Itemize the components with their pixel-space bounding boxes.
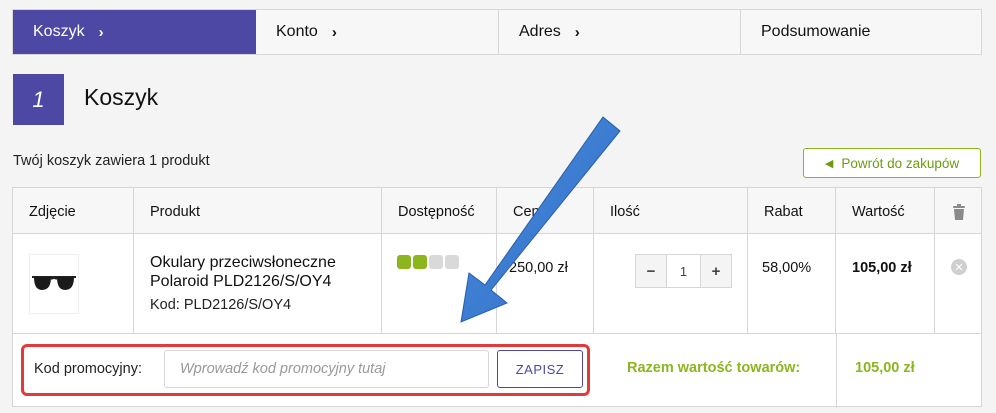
unit-price: 250,00 zł (509, 260, 568, 276)
goods-total-label: Razem wartość towarów: (627, 360, 801, 376)
step-label: Koszyk (33, 23, 85, 40)
page-title: Koszyk (84, 84, 159, 110)
product-image[interactable] (29, 254, 79, 314)
cart-table: Zdjęcie Produkt Dostępność Cena Ilość Ra… (12, 187, 982, 408)
sunglasses-icon (32, 276, 76, 290)
discount-value: 58,00% (762, 260, 812, 276)
promo-code-input[interactable] (164, 350, 489, 388)
availability-indicator (397, 255, 459, 269)
step-number-badge: 1 (13, 74, 64, 125)
table-header: Zdjęcie Produkt Dostępność Cena Ilość Ra… (13, 188, 981, 234)
close-icon: ✕ (954, 261, 964, 274)
chevron-right-icon: › (574, 23, 580, 41)
chevron-right-icon: › (98, 23, 104, 41)
save-promo-button[interactable]: ZAPISZ (497, 350, 583, 388)
arrow-left-icon: ◀ (824, 157, 834, 170)
header-price: Cena (497, 188, 594, 233)
header-trash (935, 188, 983, 233)
back-to-shopping-button[interactable]: ◀ Powrót do zakupów (803, 148, 981, 178)
header-quantity: Ilość (594, 188, 748, 233)
cart-count-text: Twój koszyk zawiera 1 produkt (13, 153, 210, 169)
back-button-label: Powrót do zakupów (841, 155, 960, 171)
product-code: Kod: PLD2126/S/OY4 (150, 297, 292, 313)
step-summary[interactable]: Podsumowanie (741, 10, 981, 54)
quantity-input[interactable]: 1 (666, 255, 701, 287)
trash-icon (953, 204, 965, 220)
header-total: Wartość (836, 188, 935, 233)
header-availability: Dostępność (382, 188, 497, 233)
header-discount: Rabat (748, 188, 836, 233)
header-product: Produkt (134, 188, 382, 233)
promo-code-label: Kod promocyjny: (34, 361, 142, 377)
chevron-right-icon: › (331, 23, 337, 41)
product-name-link[interactable]: Okulary przeciwsłoneczne Polaroid PLD212… (150, 253, 375, 291)
availability-square (429, 255, 443, 269)
promo-row: Kod promocyjny: ZAPISZ Razem wartość tow… (13, 334, 981, 408)
step-account[interactable]: Konto › (256, 10, 499, 54)
quantity-stepper: − 1 + (635, 254, 732, 288)
line-total: 105,00 zł (852, 260, 912, 276)
goods-total-value: 105,00 zł (855, 360, 915, 376)
availability-square (413, 255, 427, 269)
availability-square (445, 255, 459, 269)
header-photo: Zdjęcie (13, 188, 134, 233)
checkout-steps: Koszyk › Konto › Adres › Podsumowanie (12, 9, 982, 55)
step-label: Konto (276, 23, 318, 40)
step-label: Podsumowanie (761, 23, 871, 40)
availability-square (397, 255, 411, 269)
step-label: Adres (519, 23, 561, 40)
step-address[interactable]: Adres › (499, 10, 741, 54)
remove-item-button[interactable]: ✕ (951, 259, 967, 275)
quantity-decrease-button[interactable]: − (636, 255, 666, 287)
promo-code-form: Kod promocyjny: ZAPISZ (21, 344, 590, 396)
quantity-increase-button[interactable]: + (701, 255, 731, 287)
step-cart[interactable]: Koszyk › (13, 10, 256, 54)
table-row: Okulary przeciwsłoneczne Polaroid PLD212… (13, 234, 981, 334)
